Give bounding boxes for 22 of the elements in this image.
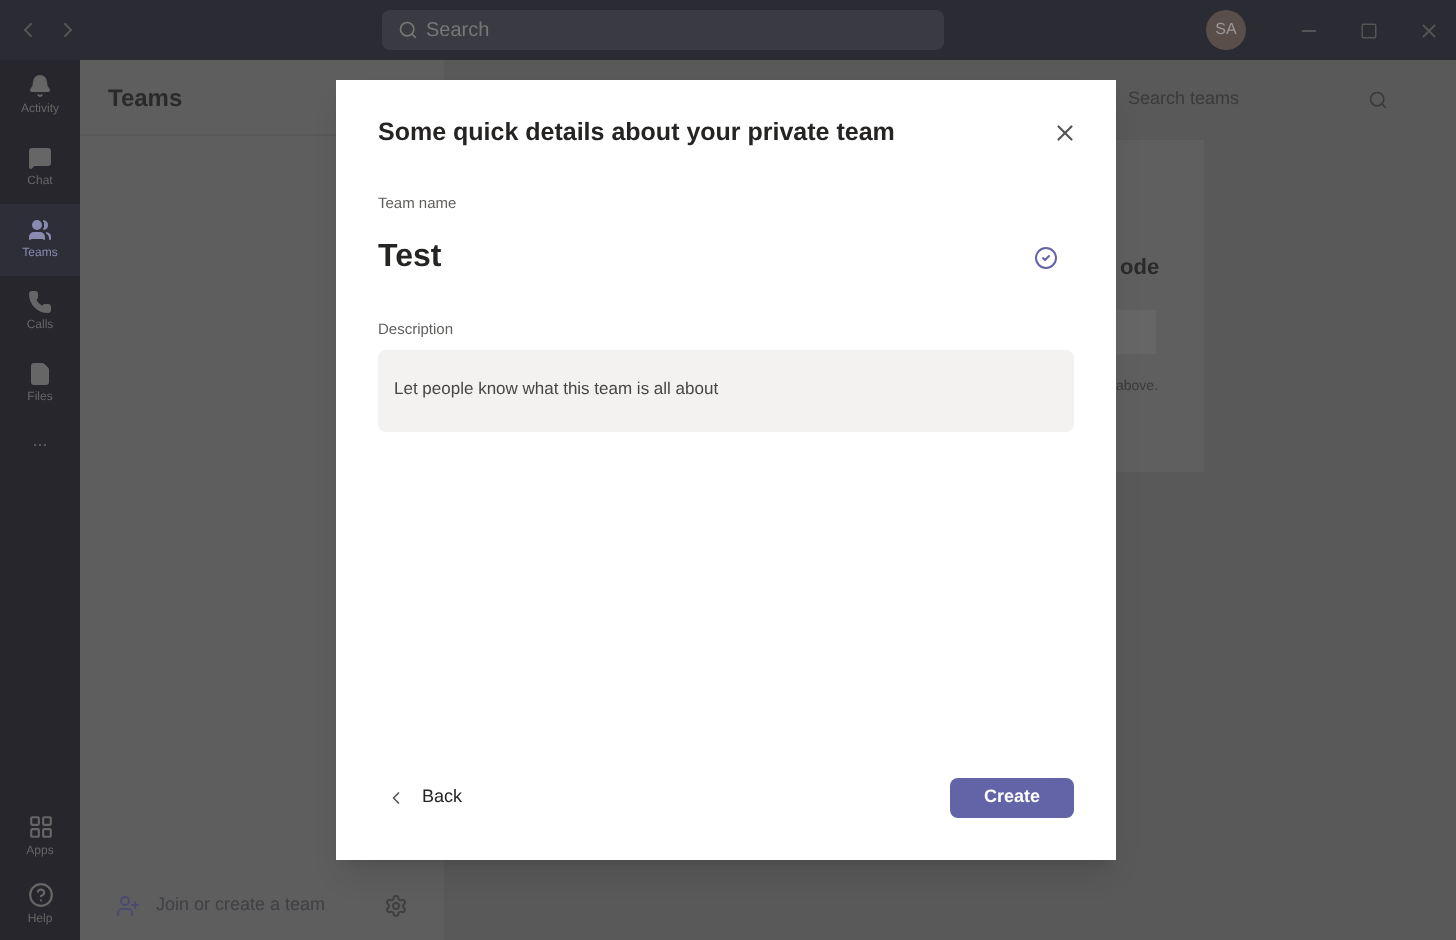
people-icon [28, 217, 52, 241]
team-name-value[interactable]: Test [378, 234, 442, 282]
chat-icon [28, 145, 52, 169]
create-button[interactable]: Create [950, 778, 1074, 818]
maximize-icon[interactable] [1360, 21, 1378, 39]
search-field[interactable]: Search [382, 10, 944, 50]
bell-icon [28, 73, 52, 97]
search-placeholder: Search [426, 17, 490, 45]
apps-icon [27, 814, 53, 840]
more-apps[interactable]: ... [32, 428, 48, 455]
search-icon[interactable] [1368, 90, 1388, 110]
file-icon [28, 361, 52, 385]
description-field[interactable]: Let people know what this team is all about [378, 350, 1074, 433]
back-button[interactable]: Back [378, 784, 463, 812]
search-icon [398, 20, 418, 40]
phone-icon [28, 289, 52, 313]
settings-icon[interactable] [384, 894, 408, 918]
help-icon [27, 882, 53, 908]
code-field[interactable] [1116, 309, 1156, 353]
dialog-title: Some quick details about your private team [378, 116, 895, 150]
avatar[interactable]: SA [1206, 10, 1246, 50]
close-icon[interactable] [1052, 119, 1078, 146]
